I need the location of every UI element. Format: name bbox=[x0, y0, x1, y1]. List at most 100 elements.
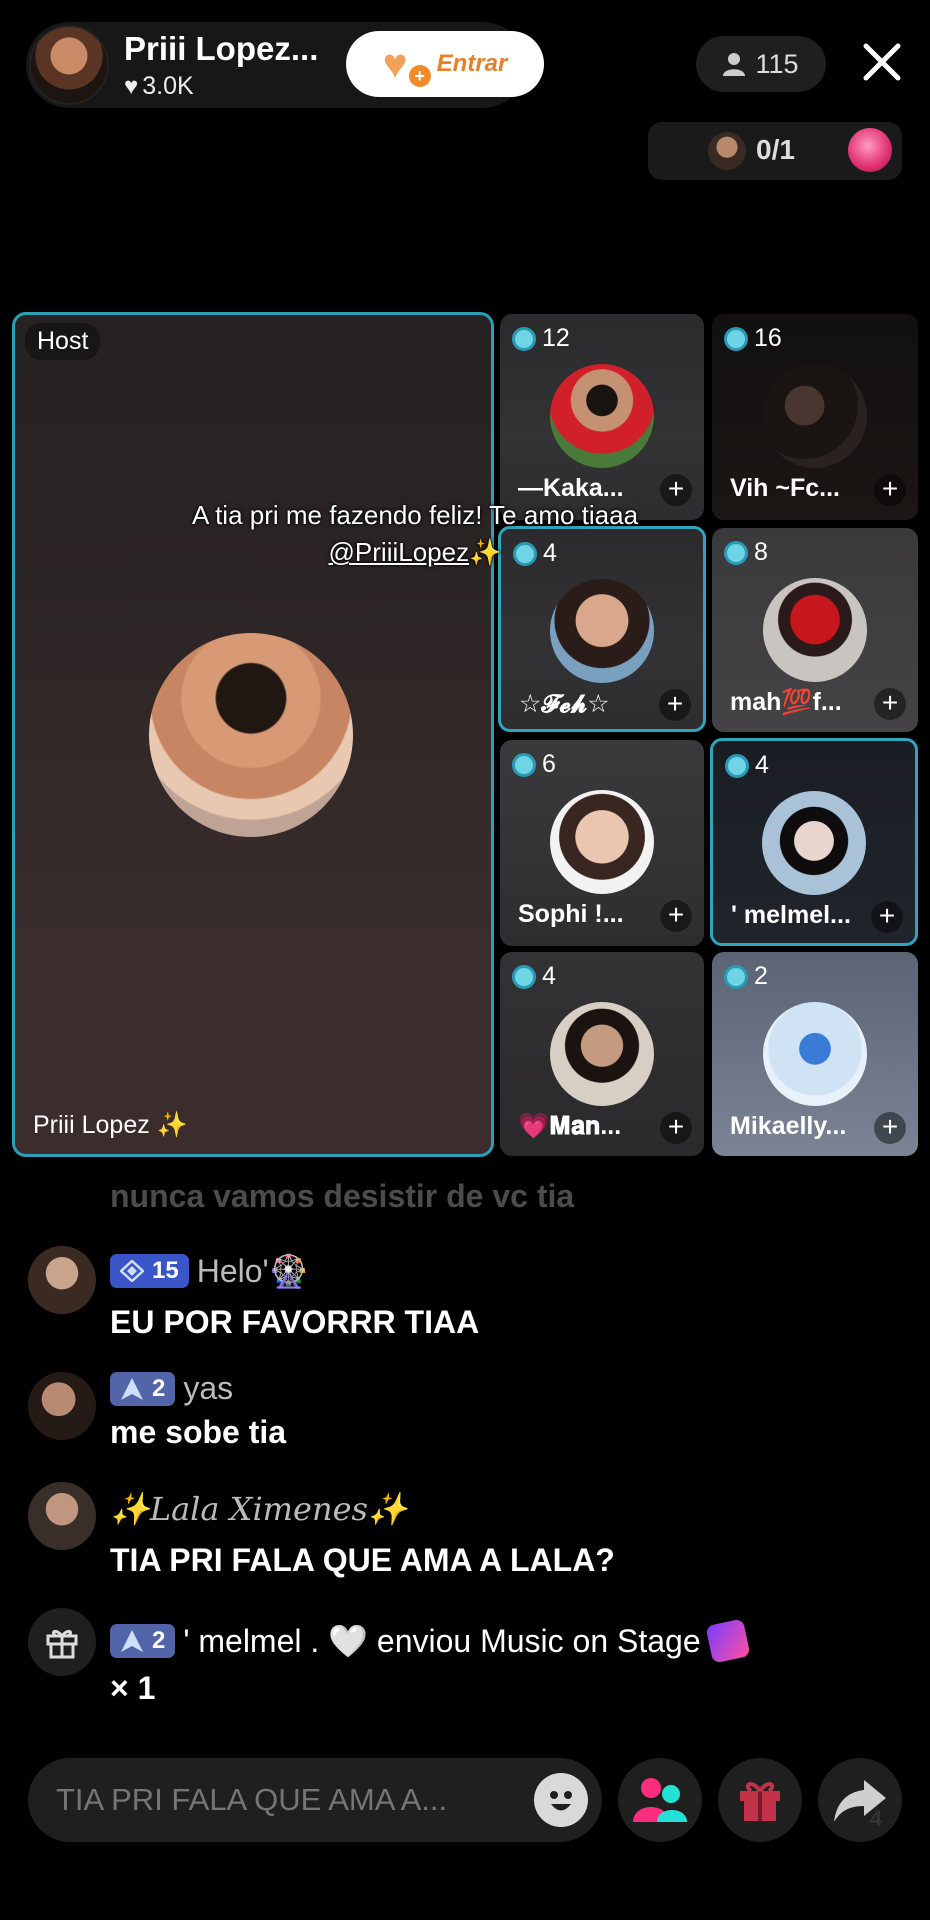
gift-button[interactable] bbox=[718, 1758, 802, 1842]
guest-gem-count: 4 bbox=[725, 751, 769, 780]
guest-tile[interactable]: 12 —Kaka... + bbox=[500, 314, 704, 520]
chat-message: TIA PRI FALA QUE AMA A LALA? bbox=[110, 1542, 615, 1578]
follow-heart-icon: ♥ + bbox=[383, 43, 431, 87]
guest-name: ' melmel... bbox=[731, 901, 851, 929]
caption-line: A tia pri me fazendo feliz! Te amo tiaaa bbox=[191, 500, 639, 530]
caption-sparkle: ✨ bbox=[469, 537, 502, 567]
guest-tile[interactable]: 6 Sophi !... + bbox=[500, 740, 704, 946]
goal-pill[interactable]: 0/1 bbox=[648, 122, 902, 180]
host-name: Priii Lopez... bbox=[124, 30, 319, 67]
viewer-count-pill[interactable]: 115 bbox=[696, 36, 826, 92]
chat-user-line: 15 Helo'🎡 bbox=[110, 1252, 308, 1290]
guest-name: mah💯f... bbox=[730, 688, 842, 716]
guest-name: 💗𝐌𝐚𝐧... bbox=[518, 1112, 622, 1140]
caption-mention[interactable]: @PriiiLopez bbox=[329, 537, 470, 567]
guest-name: Vih ~Fc... bbox=[730, 474, 840, 502]
chat-user-line: ✨𝐿𝑎𝑙𝑎 𝑋𝑖𝑚𝑒𝑛𝑒𝑠✨ bbox=[110, 1490, 408, 1528]
chat-username[interactable]: Helo'🎡 bbox=[197, 1252, 309, 1290]
gift-icon bbox=[46, 1629, 78, 1659]
close-icon bbox=[863, 43, 901, 81]
host-tile-name: Priii Lopez ✨ bbox=[33, 1111, 188, 1139]
guest-add-button[interactable]: + bbox=[871, 901, 903, 933]
guest-add-button[interactable]: + bbox=[874, 688, 906, 720]
guest-avatar bbox=[763, 364, 867, 468]
guest-avatar bbox=[763, 1002, 867, 1106]
guest-avatar bbox=[550, 579, 654, 683]
gift-event-icon-circle bbox=[28, 1608, 96, 1676]
goal-count: 0/1 bbox=[756, 134, 795, 165]
chat-message: me sobe tia bbox=[110, 1414, 287, 1450]
guest-avatar bbox=[550, 1002, 654, 1106]
multi-guest-button[interactable] bbox=[618, 1758, 702, 1842]
level-badge: 2 bbox=[110, 1624, 176, 1658]
guest-avatar bbox=[762, 791, 866, 895]
music-stage-gift-icon bbox=[705, 1618, 751, 1664]
emoji-button[interactable] bbox=[534, 1773, 588, 1827]
host-tile-avatar bbox=[149, 633, 353, 837]
gift-event-text: ' melmel . 🤍 enviou Music on Stage bbox=[183, 1623, 701, 1659]
level-badge: 2 bbox=[110, 1371, 176, 1406]
level-badge: 15 bbox=[110, 1254, 189, 1288]
gem-icon bbox=[724, 326, 748, 351]
chat-avatar[interactable] bbox=[28, 1482, 96, 1550]
goal-avatar bbox=[708, 132, 746, 170]
guest-avatar bbox=[550, 790, 654, 894]
guest-tile[interactable]: 4 ' melmel... + bbox=[710, 738, 918, 946]
chat-avatar[interactable] bbox=[28, 1372, 96, 1440]
follow-button[interactable]: ♥ + Entrar bbox=[346, 31, 544, 97]
guest-gem-count: 16 bbox=[724, 324, 782, 353]
gem-icon bbox=[512, 752, 536, 777]
close-button[interactable] bbox=[856, 36, 908, 88]
chat-username[interactable]: ✨𝐿𝑎𝑙𝑎 𝑋𝑖𝑚𝑒𝑛𝑒𝑠✨ bbox=[110, 1490, 408, 1528]
comment-field[interactable] bbox=[28, 1758, 602, 1842]
guest-tile[interactable]: 4 💗𝐌𝐚𝐧... + bbox=[500, 952, 704, 1156]
gift-event-line: 2 ' melmel . 🤍 enviou Music on Stage bbox=[110, 1618, 751, 1664]
octopus-gift-icon bbox=[848, 128, 892, 172]
chat-message: EU POR FAVORRR TIAA bbox=[110, 1304, 480, 1340]
guest-add-button[interactable]: + bbox=[874, 474, 906, 506]
guest-add-button[interactable]: + bbox=[660, 1112, 692, 1144]
guest-gem-count: 12 bbox=[512, 324, 570, 353]
gift-box-icon bbox=[740, 1782, 780, 1821]
host-likes: ♥ 3.0K bbox=[124, 72, 194, 101]
guest-gem-count: 4 bbox=[512, 962, 556, 991]
faded-chat-message: nunca vamos desistir de vc tia bbox=[110, 1178, 575, 1214]
overlay-caption: A tia pri me fazendo feliz! Te amo tiaaa… bbox=[100, 497, 730, 571]
guest-tile[interactable]: 16 Vih ~Fc... + bbox=[712, 314, 918, 520]
person-icon bbox=[723, 53, 746, 76]
gem-icon bbox=[512, 964, 536, 989]
follow-label: Entrar bbox=[436, 50, 508, 77]
likes-count: 3.0K bbox=[142, 72, 194, 100]
guest-name: Sophi !... bbox=[518, 900, 624, 928]
guest-add-button[interactable]: + bbox=[659, 689, 691, 721]
chat-username[interactable]: yas bbox=[183, 1370, 233, 1407]
comment-input[interactable] bbox=[56, 1758, 526, 1842]
guest-gem-count: 6 bbox=[512, 750, 556, 779]
host-video-tile[interactable]: Host Priii Lopez ✨ bbox=[12, 312, 494, 1157]
guest-tile[interactable]: 8 mah💯f... + bbox=[712, 528, 918, 732]
gem-icon bbox=[725, 753, 749, 778]
guest-tile[interactable]: 2 Mikaelly... + bbox=[712, 952, 918, 1156]
guest-gem-count: 2 bbox=[724, 962, 768, 991]
chat-user-line: 2 yas bbox=[110, 1370, 233, 1407]
share-button[interactable]: 4 bbox=[818, 1758, 902, 1842]
arrow-level-icon bbox=[121, 1377, 143, 1400]
guest-add-button[interactable]: + bbox=[874, 1112, 906, 1144]
guest-avatar bbox=[550, 364, 654, 468]
arrow-level-icon bbox=[121, 1630, 143, 1652]
guest-gem-count: 8 bbox=[724, 538, 768, 567]
gift-event-count: × 1 bbox=[110, 1670, 156, 1706]
chat-avatar[interactable] bbox=[28, 1246, 96, 1314]
smiley-icon bbox=[550, 1791, 572, 1811]
host-avatar[interactable] bbox=[29, 25, 109, 105]
guest-add-button[interactable]: + bbox=[660, 900, 692, 932]
guest-name: Mikaelly... bbox=[730, 1112, 847, 1140]
gem-icon bbox=[512, 326, 536, 351]
diamond-icon bbox=[120, 1260, 144, 1282]
guest-name: ☆𝓕𝓮𝓱☆ bbox=[519, 690, 610, 718]
guest-avatar bbox=[763, 578, 867, 682]
host-badge: Host bbox=[25, 323, 101, 360]
host-info-pill[interactable]: Priii Lopez... ♥ 3.0K ♥ + Entrar bbox=[26, 22, 544, 108]
gem-icon bbox=[724, 964, 748, 989]
share-count: 4 bbox=[869, 1806, 882, 1831]
